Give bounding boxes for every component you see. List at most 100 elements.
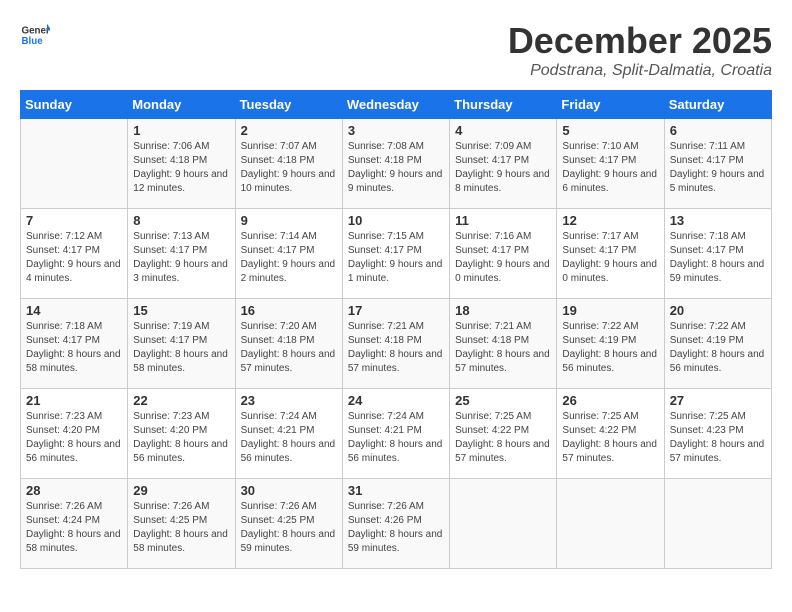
day-info: Sunrise: 7:26 AMSunset: 4:25 PMDaylight:… — [133, 500, 229, 556]
day-info: Sunrise: 7:21 AMSunset: 4:18 PMDaylight:… — [348, 320, 444, 376]
day-cell: 28Sunrise: 7:26 AMSunset: 4:24 PMDayligh… — [21, 479, 128, 569]
day-info: Sunrise: 7:26 AMSunset: 4:25 PMDaylight:… — [241, 500, 337, 556]
day-cell: 26 Sunrise: 7:25 AMSunset: 4:22 PMDayligh… — [557, 389, 664, 479]
day-info: Sunrise: 7:06 AMSunset: 4:18 PMDaylight:… — [133, 140, 229, 196]
day-number: 16 — [241, 303, 337, 318]
month-title: December 2025 — [508, 20, 772, 62]
day-number: 5 — [562, 123, 658, 138]
weekday-header-wednesday: Wednesday — [342, 91, 449, 119]
weekday-header-tuesday: Tuesday — [235, 91, 342, 119]
day-cell: 23Sunrise: 7:24 AMSunset: 4:21 PMDayligh… — [235, 389, 342, 479]
day-cell: 21 Sunrise: 7:23 AMSunset: 4:20 PMDayligh… — [21, 389, 128, 479]
day-info: Sunrise: 7:17 AMSunset: 4:17 PMDaylight:… — [562, 230, 658, 286]
title-area: December 2025 Podstrana, Split-Dalmatia,… — [508, 20, 772, 80]
day-info: Sunrise: 7:23 AMSunset: 4:20 PMDaylight:… — [26, 410, 122, 466]
day-number: 20 — [670, 303, 766, 318]
day-number: 26 — [562, 393, 658, 408]
day-cell: 17Sunrise: 7:21 AMSunset: 4:18 PMDayligh… — [342, 299, 449, 389]
day-info: Sunrise: 7:10 AMSunset: 4:17 PMDaylight:… — [562, 140, 658, 196]
day-cell: 29 Sunrise: 7:26 AMSunset: 4:25 PMDayligh… — [128, 479, 235, 569]
day-number: 30 — [241, 483, 337, 498]
day-info: Sunrise: 7:11 AMSunset: 4:17 PMDaylight:… — [670, 140, 766, 196]
day-cell: 8 Sunrise: 7:13 AMSunset: 4:17 PMDaylight… — [128, 209, 235, 299]
day-number: 3 — [348, 123, 444, 138]
weekday-header-monday: Monday — [128, 91, 235, 119]
day-cell: 27 Sunrise: 7:25 AMSunset: 4:23 PMDayligh… — [664, 389, 771, 479]
week-row-5: 28Sunrise: 7:26 AMSunset: 4:24 PMDayligh… — [21, 479, 772, 569]
day-info: Sunrise: 7:16 AMSunset: 4:17 PMDaylight:… — [455, 230, 551, 286]
day-info: Sunrise: 7:18 AMSunset: 4:17 PMDaylight:… — [26, 320, 122, 376]
day-number: 9 — [241, 213, 337, 228]
week-row-2: 7 Sunrise: 7:12 AMSunset: 4:17 PMDaylight… — [21, 209, 772, 299]
day-info: Sunrise: 7:25 AMSunset: 4:23 PMDaylight:… — [670, 410, 766, 466]
day-cell: 12 Sunrise: 7:17 AMSunset: 4:17 PMDayligh… — [557, 209, 664, 299]
week-row-3: 14 Sunrise: 7:18 AMSunset: 4:17 PMDayligh… — [21, 299, 772, 389]
day-cell: 11 Sunrise: 7:16 AMSunset: 4:17 PMDayligh… — [450, 209, 557, 299]
day-number: 12 — [562, 213, 658, 228]
weekday-header-thursday: Thursday — [450, 91, 557, 119]
day-info: Sunrise: 7:15 AMSunset: 4:17 PMDaylight:… — [348, 230, 444, 286]
day-cell: 7 Sunrise: 7:12 AMSunset: 4:17 PMDaylight… — [21, 209, 128, 299]
day-number: 10 — [348, 213, 444, 228]
day-number: 14 — [26, 303, 122, 318]
day-number: 11 — [455, 213, 551, 228]
day-info: Sunrise: 7:12 AMSunset: 4:17 PMDaylight:… — [26, 230, 122, 286]
header: General Blue December 2025 Podstrana, Sp… — [20, 20, 772, 80]
day-number: 7 — [26, 213, 122, 228]
day-number: 19 — [562, 303, 658, 318]
weekday-header-row: SundayMondayTuesdayWednesdayThursdayFrid… — [21, 91, 772, 119]
day-cell: 31Sunrise: 7:26 AMSunset: 4:26 PMDayligh… — [342, 479, 449, 569]
week-row-1: 1 Sunrise: 7:06 AMSunset: 4:18 PMDaylight… — [21, 119, 772, 209]
day-number: 1 — [133, 123, 229, 138]
day-cell: 3 Sunrise: 7:08 AMSunset: 4:18 PMDaylight… — [342, 119, 449, 209]
day-cell: 16 Sunrise: 7:20 AMSunset: 4:18 PMDayligh… — [235, 299, 342, 389]
day-info: Sunrise: 7:08 AMSunset: 4:18 PMDaylight:… — [348, 140, 444, 196]
day-cell: 4 Sunrise: 7:09 AMSunset: 4:17 PMDaylight… — [450, 119, 557, 209]
day-cell: 13Sunrise: 7:18 AMSunset: 4:17 PMDayligh… — [664, 209, 771, 299]
day-cell: 20Sunrise: 7:22 AMSunset: 4:19 PMDayligh… — [664, 299, 771, 389]
day-cell: 24 Sunrise: 7:24 AMSunset: 4:21 PMDayligh… — [342, 389, 449, 479]
day-cell — [21, 119, 128, 209]
day-number: 22 — [133, 393, 229, 408]
logo: General Blue — [20, 20, 50, 50]
day-info: Sunrise: 7:07 AMSunset: 4:18 PMDaylight:… — [241, 140, 337, 196]
day-info: Sunrise: 7:25 AMSunset: 4:22 PMDaylight:… — [455, 410, 551, 466]
day-number: 23 — [241, 393, 337, 408]
logo-icon: General Blue — [20, 20, 50, 50]
day-number: 24 — [348, 393, 444, 408]
week-row-4: 21 Sunrise: 7:23 AMSunset: 4:20 PMDayligh… — [21, 389, 772, 479]
location-title: Podstrana, Split-Dalmatia, Croatia — [508, 62, 772, 80]
day-number: 18 — [455, 303, 551, 318]
day-info: Sunrise: 7:19 AMSunset: 4:17 PMDaylight:… — [133, 320, 229, 376]
day-cell: 2 Sunrise: 7:07 AMSunset: 4:18 PMDaylight… — [235, 119, 342, 209]
day-cell: 9Sunrise: 7:14 AMSunset: 4:17 PMDaylight… — [235, 209, 342, 299]
day-cell: 5 Sunrise: 7:10 AMSunset: 4:17 PMDaylight… — [557, 119, 664, 209]
day-number: 4 — [455, 123, 551, 138]
day-number: 2 — [241, 123, 337, 138]
day-cell: 25Sunrise: 7:25 AMSunset: 4:22 PMDayligh… — [450, 389, 557, 479]
day-cell: 15Sunrise: 7:19 AMSunset: 4:17 PMDayligh… — [128, 299, 235, 389]
day-cell — [450, 479, 557, 569]
day-info: Sunrise: 7:09 AMSunset: 4:17 PMDaylight:… — [455, 140, 551, 196]
day-cell — [664, 479, 771, 569]
day-cell: 1 Sunrise: 7:06 AMSunset: 4:18 PMDaylight… — [128, 119, 235, 209]
day-info: Sunrise: 7:13 AMSunset: 4:17 PMDaylight:… — [133, 230, 229, 286]
day-cell: 18 Sunrise: 7:21 AMSunset: 4:18 PMDayligh… — [450, 299, 557, 389]
day-info: Sunrise: 7:21 AMSunset: 4:18 PMDaylight:… — [455, 320, 551, 376]
day-number: 8 — [133, 213, 229, 228]
day-cell: 14 Sunrise: 7:18 AMSunset: 4:17 PMDayligh… — [21, 299, 128, 389]
day-info: Sunrise: 7:18 AMSunset: 4:17 PMDaylight:… — [670, 230, 766, 286]
day-info: Sunrise: 7:20 AMSunset: 4:18 PMDaylight:… — [241, 320, 337, 376]
day-info: Sunrise: 7:23 AMSunset: 4:20 PMDaylight:… — [133, 410, 229, 466]
svg-text:General: General — [22, 26, 51, 37]
day-info: Sunrise: 7:24 AMSunset: 4:21 PMDaylight:… — [348, 410, 444, 466]
day-info: Sunrise: 7:26 AMSunset: 4:26 PMDaylight:… — [348, 500, 444, 556]
svg-text:Blue: Blue — [22, 36, 44, 47]
day-number: 27 — [670, 393, 766, 408]
day-number: 21 — [26, 393, 122, 408]
day-number: 28 — [26, 483, 122, 498]
day-cell: 19 Sunrise: 7:22 AMSunset: 4:19 PMDayligh… — [557, 299, 664, 389]
day-info: Sunrise: 7:22 AMSunset: 4:19 PMDaylight:… — [562, 320, 658, 376]
day-number: 29 — [133, 483, 229, 498]
day-info: Sunrise: 7:25 AMSunset: 4:22 PMDaylight:… — [562, 410, 658, 466]
